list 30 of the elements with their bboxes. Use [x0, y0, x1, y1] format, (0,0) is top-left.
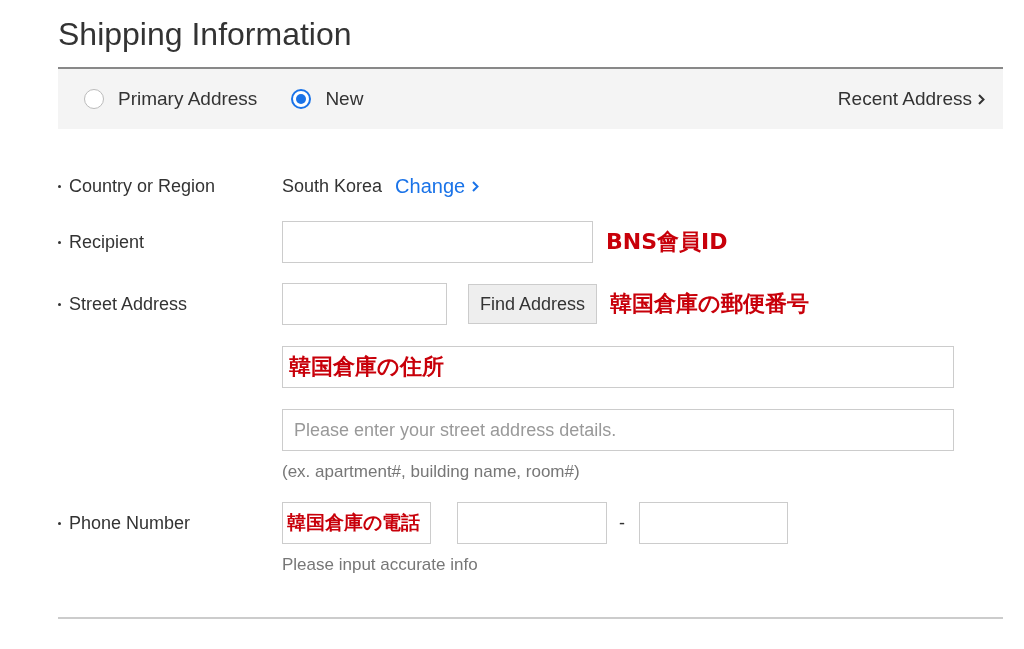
chevron-icon	[978, 93, 985, 105]
address-radio-option[interactable]: New	[291, 88, 364, 110]
recent-address-link[interactable]: Recent Address	[837, 88, 985, 110]
field-label: Country or Region	[69, 175, 216, 197]
hint-text: Please input accurate info	[282, 555, 479, 575]
recipient-input[interactable]	[282, 221, 593, 263]
bullet-icon	[58, 521, 61, 525]
find-address-button[interactable]: Find Address	[468, 284, 598, 324]
country-value: South Korea	[282, 175, 383, 197]
chevron-icon	[472, 180, 480, 192]
address-input[interactable]	[282, 346, 954, 388]
dash-separator: -	[619, 512, 625, 534]
page-title: Shipping Information	[58, 15, 353, 54]
bullet-icon	[58, 184, 61, 188]
change-link[interactable]: Change	[395, 174, 480, 198]
address-details-input[interactable]: Please enter your street address details.	[282, 409, 954, 451]
field-label: Street Address	[69, 293, 188, 315]
field-label: Recipient	[69, 231, 145, 253]
phone-input[interactable]	[457, 502, 607, 544]
hint-text: (ex. apartment#, building name, room#)	[282, 462, 581, 482]
bullet-icon	[58, 302, 61, 306]
phone-input[interactable]: 韓国倉庫の電話	[282, 502, 431, 544]
zip-input[interactable]	[282, 283, 447, 325]
bullet-icon	[58, 240, 61, 244]
phone-input[interactable]	[639, 502, 788, 544]
annotation-text: BNS會員ID	[606, 228, 728, 256]
annotation-text: 韓国倉庫の郵便番号	[610, 290, 810, 318]
field-label: Phone Number	[69, 512, 191, 534]
annotation-text: 韓国倉庫の住所	[289, 353, 444, 381]
address-radio-option[interactable]: Primary Address	[84, 88, 258, 110]
